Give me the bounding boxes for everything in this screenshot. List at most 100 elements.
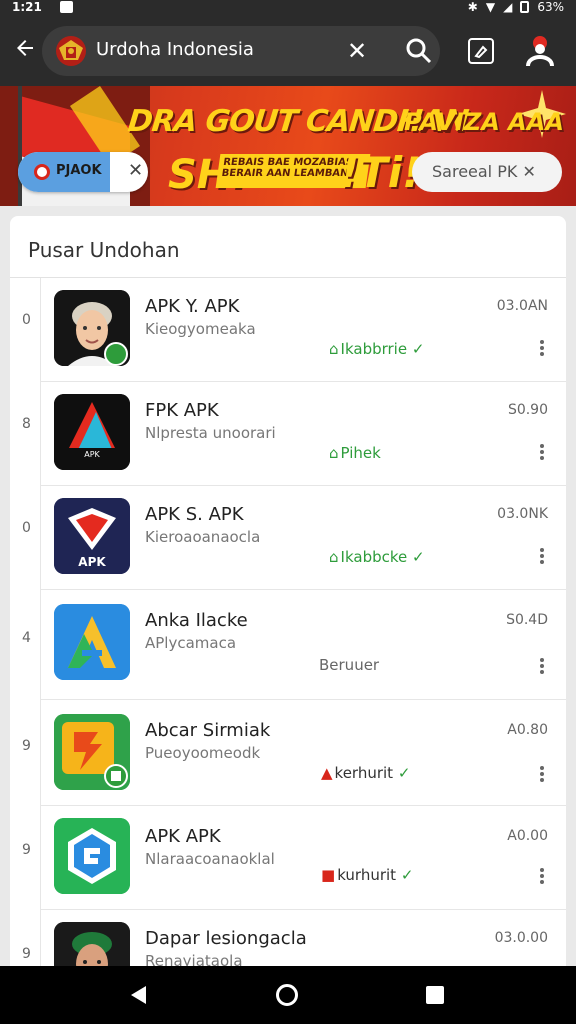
apk-logo-icon: APK [54, 498, 130, 574]
row-card[interactable]: Anka Ilacke APlycamaca S0.4D Beruuer [40, 590, 566, 700]
svg-text:APK: APK [84, 450, 100, 459]
app-time: 03.0NK [497, 506, 548, 522]
app-name: FPK APK [145, 400, 219, 421]
app-name: Dapar lesiongacla [145, 928, 307, 949]
app-subtitle: Nlaraacoanaoklal [145, 850, 275, 868]
filter-chip-right[interactable]: Sareeal PK ✕ [412, 152, 562, 192]
app-subtitle: Nlpresta unoorari [145, 424, 276, 442]
row-card[interactable]: APK APK Nlaraacoanaoklal A0.00 ■ kurhurit… [40, 806, 566, 910]
row-card[interactable]: APK FPK APK Nlpresta unoorari S0.90 ⌂ Pih… [40, 382, 566, 486]
list-title: Pusar Undohan [28, 238, 180, 262]
row-card[interactable]: APK APK S. APK Kieroaoanaocla 03.0NK ⌂ Ik… [40, 486, 566, 590]
chip-close-icon[interactable]: ✕ [128, 160, 143, 181]
list-item[interactable]: 8 APK FPK APK Nlpresta unoorari S0.90 ⌂ … [10, 382, 566, 486]
battery-icon [520, 1, 530, 13]
row-card[interactable]: Abcar Sirmiak Pueoyoomeodk A0.80 ▲ kerhur… [40, 700, 566, 806]
url-text: Urdoha Indonesia [96, 39, 254, 60]
banner-headline-right: PAVIZA AAA [404, 108, 564, 136]
wifi-icon: ▼ [485, 0, 496, 14]
search-icon[interactable] [404, 36, 434, 66]
orange-app-icon [54, 714, 130, 790]
app-subtitle: Kieogyomeaka [145, 320, 256, 338]
banner-big-right: !Ti! [340, 148, 422, 197]
download-list-card: Pusar Undohan 0 APK Y. APK Kieogyomeaka … [10, 216, 566, 976]
alert-box-icon: ■ [321, 866, 336, 884]
app-time: 03.0AN [496, 298, 548, 314]
more-options-icon[interactable] [536, 656, 548, 676]
row-card[interactable]: APK Y. APK Kieogyomeaka 03.0AN ⌂ Ikabbrri… [40, 278, 566, 382]
app-subtitle: Pueoyoomeodk [145, 744, 261, 762]
app-status: ■ kurhurit ✓ [321, 866, 414, 884]
more-options-icon[interactable] [536, 338, 548, 358]
status-time: 1:21 [12, 0, 42, 14]
app-name: APK Y. APK [145, 296, 240, 317]
warning-triangle-icon: ▲ [321, 764, 333, 782]
app-name: APK APK [145, 826, 221, 847]
app-name: APK S. APK [145, 504, 244, 525]
chip-right-label: Sareeal PK ✕ [432, 162, 536, 181]
person-avatar-icon [54, 290, 130, 366]
app-name: Abcar Sirmiak [145, 720, 271, 741]
row-index: 9 [22, 738, 31, 754]
tabs-icon[interactable] [468, 38, 494, 64]
url-bar[interactable]: Urdoha Indonesia ✕ [42, 26, 440, 76]
chip-ring-icon [34, 164, 50, 180]
content-area: Pusar Undohan 0 APK Y. APK Kieogyomeaka … [0, 206, 576, 976]
close-icon[interactable]: ✕ [342, 36, 372, 66]
profile-icon[interactable] [524, 34, 556, 68]
app-time: S0.90 [507, 402, 548, 418]
list-item[interactable]: 9 Abcar Sirmiak Pueoyoomeodk A0.80 ▲ ker… [10, 700, 566, 806]
app-time: S0.4D [506, 612, 548, 628]
signal-icon: ◢ [503, 0, 513, 14]
more-options-icon[interactable] [536, 546, 548, 566]
list-item[interactable]: 9 APK APK Nlaraacoanaoklal A0.00 ■ kurhu… [10, 806, 566, 910]
row-index: 9 [22, 946, 31, 962]
app-time: 03.0.00 [494, 930, 548, 946]
install-icon: ⌂ [329, 340, 339, 358]
top-app-bar: Urdoha Indonesia ✕ [0, 16, 576, 86]
battery-percent: 63% [537, 0, 564, 14]
promo-banner[interactable]: DRA GOUT CANDHAN PAVIZA AAA SH! REBAIS B… [0, 86, 576, 206]
app-subtitle: APlycamaca [145, 634, 237, 652]
filter-chip-left[interactable]: PJAOK ✕ [18, 152, 148, 192]
bluetooth-icon: ✱ [467, 0, 478, 14]
row-index: 8 [22, 416, 31, 432]
app-status: ⌂ Ikabbrrie ✓ [329, 340, 425, 358]
svg-text:APK: APK [78, 555, 106, 569]
app-status-text: Ikabbrrie [340, 340, 408, 358]
more-options-icon[interactable] [536, 442, 548, 462]
install-icon: ⌂ [329, 548, 339, 566]
nav-recent-icon[interactable] [426, 986, 444, 1004]
list-item[interactable]: 0 APK APK S. APK Kieroaoanaocla 03.0NK ⌂… [10, 486, 566, 590]
install-icon: ⌂ [329, 444, 339, 462]
status-icons: ✱ ▼ ◢ 63% [468, 0, 564, 14]
triangle-logo-icon: APK [54, 394, 130, 470]
chip-left-label: PJAOK [56, 163, 102, 178]
emblem-icon [54, 34, 88, 68]
more-options-icon[interactable] [536, 764, 548, 784]
notification-icon [60, 1, 73, 13]
app-status-text: Ikabbcke [340, 548, 408, 566]
app-status: ⌂ Ikabbcke ✓ [329, 548, 425, 566]
back-arrow-icon[interactable] [10, 36, 40, 66]
app-time: A0.80 [507, 722, 548, 738]
app-subtitle: Kieroaoanaocla [145, 528, 261, 546]
app-status: ▲ kerhurit ✓ [321, 764, 411, 782]
app-name: Anka Ilacke [145, 610, 248, 631]
app-status-text: Pihek [340, 444, 381, 462]
list-item[interactable]: 0 APK Y. APK Kieogyomeaka 03.0AN ⌂ Ikabb… [10, 278, 566, 382]
blue-cube-icon [54, 818, 130, 894]
list-item[interactable]: 4 Anka Ilacke APlycamaca S0.4D Beruuer [10, 590, 566, 700]
nav-home-icon[interactable] [276, 984, 298, 1006]
a-logo-icon [54, 604, 130, 680]
app-status-text: kerhurit [334, 764, 394, 782]
system-nav-bar [0, 966, 576, 1024]
app-status: ⌂ Pihek [329, 444, 381, 462]
row-index: 0 [22, 520, 31, 536]
row-index: 9 [22, 842, 31, 858]
more-options-icon[interactable] [536, 866, 548, 886]
nav-back-icon[interactable] [128, 984, 150, 1006]
status-bar: 1:21 ✱ ▼ ◢ 63% [0, 0, 576, 16]
app-status: Beruuer [319, 656, 380, 674]
row-index: 0 [22, 312, 31, 328]
